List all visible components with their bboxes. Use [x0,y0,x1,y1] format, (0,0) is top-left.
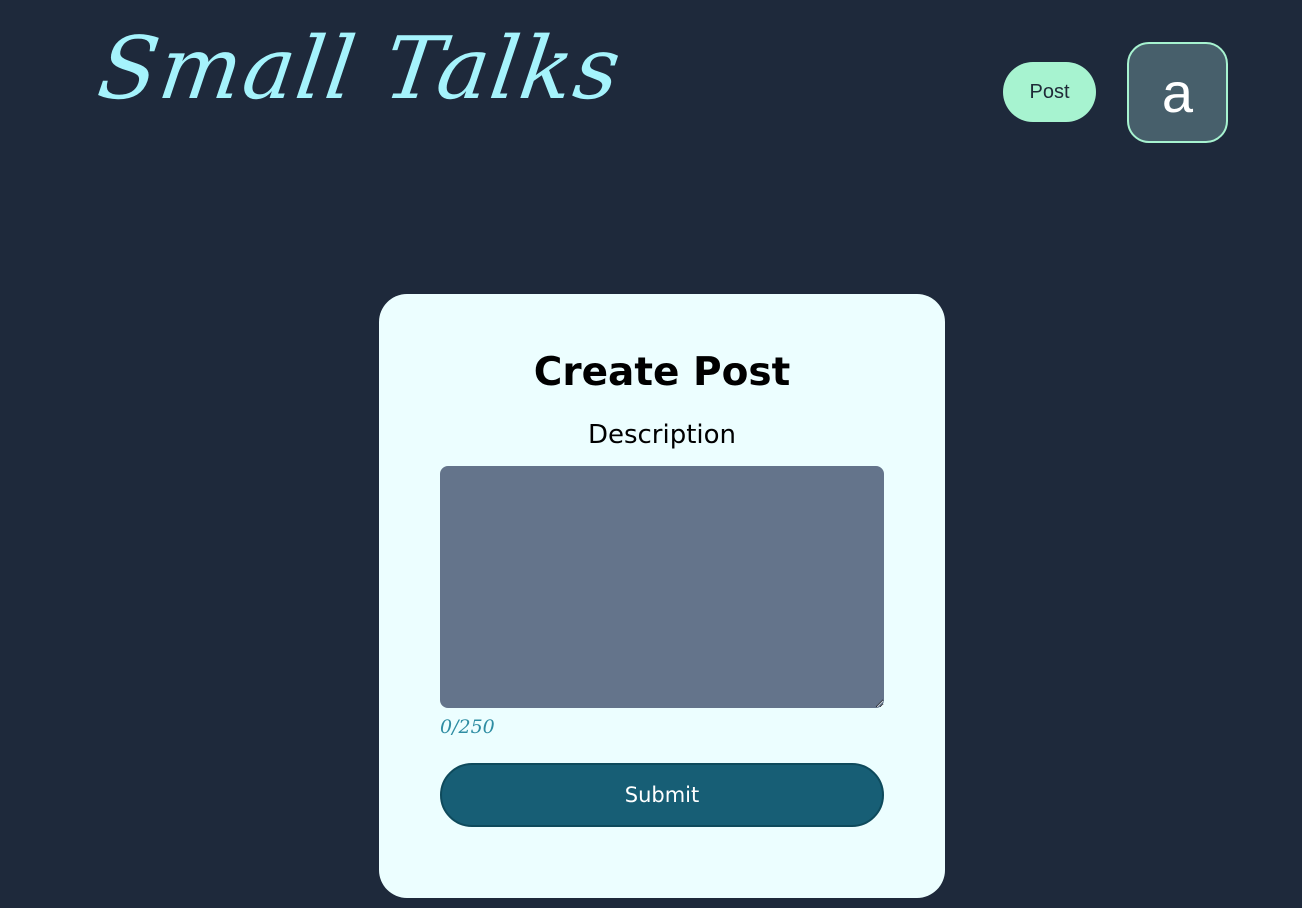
char-counter: 0/250 [440,716,495,738]
site-logo[interactable]: Small Talks [92,18,628,121]
description-textarea[interactable] [440,466,884,708]
post-nav-button[interactable]: Post [1003,62,1096,122]
submit-button[interactable]: Submit [440,763,884,827]
description-label: Description [587,420,737,450]
user-avatar[interactable]: a [1127,42,1228,143]
create-post-card: Create Post Description 0/250 Submit [379,294,945,898]
card-title: Create Post [533,350,791,395]
